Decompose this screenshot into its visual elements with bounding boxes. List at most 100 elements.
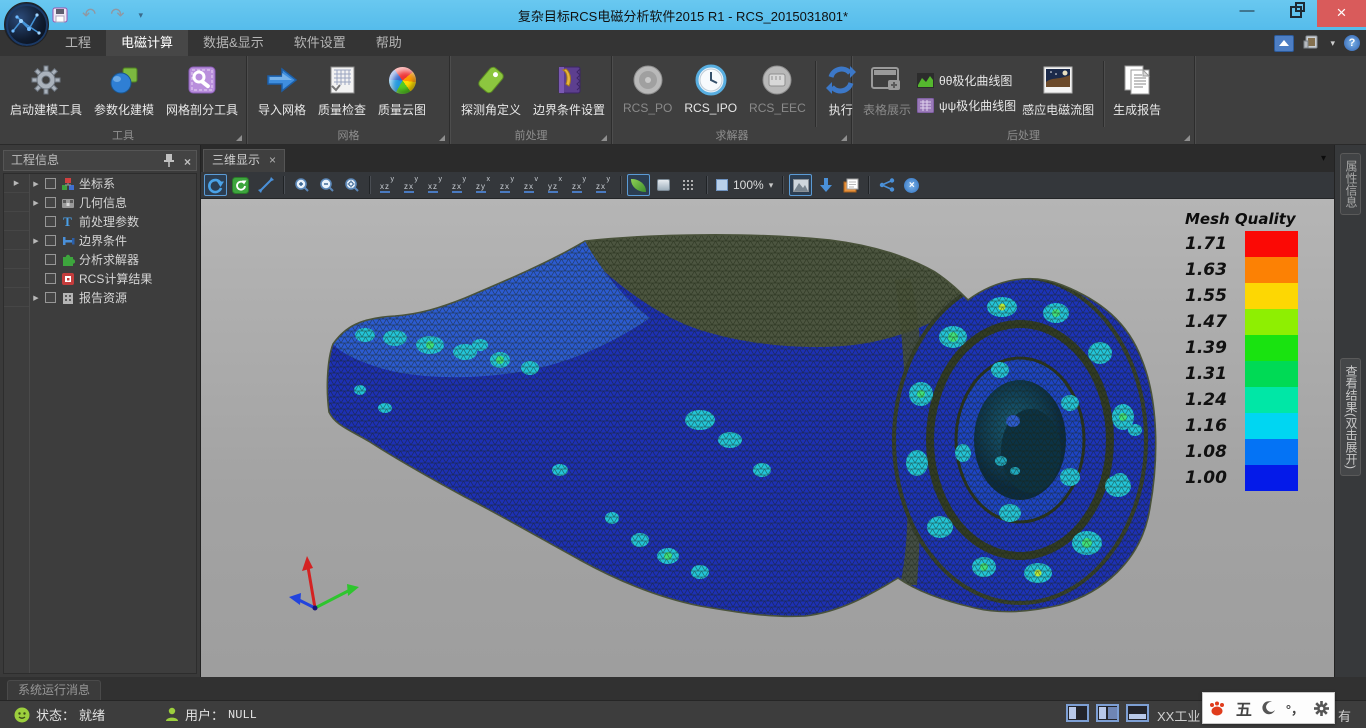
display-device-icon[interactable]: [1303, 35, 1321, 51]
tree-item-analysis-solver[interactable]: 分析求解器: [31, 250, 196, 269]
points-mode-button[interactable]: [677, 174, 700, 196]
psi-polar-curve-button[interactable]: ψψ极化曲线图: [917, 97, 1016, 114]
dialog-launcher-icon[interactable]: [841, 135, 847, 141]
view-left-button[interactable]: yxz: [424, 175, 446, 195]
tree-item-boundary-conditions[interactable]: ▶ 边界条件: [31, 231, 196, 250]
expander-icon[interactable]: ▶: [31, 237, 41, 245]
quality-cloudmap-button[interactable]: 质量云图: [372, 59, 432, 127]
tree-item-report-resources[interactable]: ▶ 报告资源: [31, 288, 196, 307]
fit-expand-button[interactable]: [254, 174, 277, 196]
view-iso-1-button[interactable]: vzx: [520, 175, 542, 195]
tree-item-preprocess-params[interactable]: T 前处理参数: [31, 212, 196, 231]
ime-punctuation-toggle[interactable]: °，: [1286, 699, 1304, 718]
user-label: 用户：: [185, 705, 224, 724]
tree-checkbox[interactable]: [45, 273, 56, 284]
layout-left-panel-icon[interactable]: [1066, 704, 1089, 722]
menu-bar: 工程 电磁计算 数据&显示 软件设置 帮助 ▾ ?: [0, 30, 1366, 56]
view-iso-2-button[interactable]: xyz: [544, 175, 566, 195]
minimize-button[interactable]: —: [1232, 2, 1262, 26]
mesh-tool-button[interactable]: 网格剖分工具: [160, 59, 244, 127]
menu-tab-data-display[interactable]: 数据&显示: [188, 30, 279, 56]
tree-checkbox[interactable]: [45, 197, 56, 208]
geometry-icon: [60, 195, 75, 210]
tree-item-geometry-info[interactable]: ▶ 几何信息: [31, 193, 196, 212]
scale-icon: [716, 179, 728, 191]
share-network-button[interactable]: [875, 174, 898, 196]
layout-bottom-panel-icon[interactable]: [1126, 704, 1149, 722]
ime-moon-icon[interactable]: [1262, 701, 1276, 715]
import-mesh-button[interactable]: 导入网格: [252, 59, 312, 127]
zoom-out-icon[interactable]: [315, 174, 338, 196]
drop-down-view-button[interactable]: [814, 174, 837, 196]
tree-item-coordinate-system[interactable]: ▶ 坐标系: [31, 174, 196, 193]
layout-split-panel-icon[interactable]: [1096, 704, 1119, 722]
expander-icon[interactable]: ▶: [31, 199, 41, 207]
clock-icon: [694, 62, 728, 98]
tab-list-caret-icon[interactable]: ▾: [1321, 153, 1326, 164]
disabled-dial-icon: [631, 62, 665, 98]
dialog-launcher-icon[interactable]: [601, 135, 607, 141]
zoom-level-control[interactable]: 100% ▾: [713, 178, 776, 192]
view-front-button[interactable]: yxz: [376, 175, 398, 195]
quality-check-button[interactable]: 质量检查: [312, 59, 372, 127]
ime-mode-label[interactable]: 五: [1236, 696, 1252, 720]
tree-checkbox[interactable]: [45, 178, 56, 189]
zoom-in-icon[interactable]: [290, 174, 313, 196]
tab-3d-display[interactable]: 三维显示×: [203, 149, 285, 172]
panel-close-icon[interactable]: ×: [184, 153, 191, 172]
induced-current-map-button[interactable]: 感应电磁流图: [1016, 59, 1100, 127]
generate-report-button[interactable]: 生成报告: [1107, 59, 1167, 127]
dialog-launcher-icon[interactable]: [236, 135, 242, 141]
ime-settings-gear-icon[interactable]: [1314, 701, 1329, 716]
tree-checkbox[interactable]: [45, 235, 56, 246]
shaded-mode-button[interactable]: [627, 174, 650, 196]
view-back-button[interactable]: yzx: [400, 175, 422, 195]
parametric-modeling-button[interactable]: 参数化建模: [88, 59, 160, 127]
menu-tab-em-computation[interactable]: 电磁计算: [106, 30, 188, 56]
cancel-operation-button[interactable]: ×: [900, 174, 923, 196]
viewport-3d[interactable]: Mesh Quality 1.71 1.63 1.55 1.47 1.39 1.…: [201, 199, 1334, 677]
tree-item-rcs-results[interactable]: RCS计算结果: [31, 269, 196, 288]
tab-close-icon[interactable]: ×: [269, 153, 276, 167]
mesh-quality-legend: Mesh Quality 1.71 1.63 1.55 1.47 1.39 1.…: [1185, 210, 1301, 491]
terrain-clip-button[interactable]: [789, 174, 812, 196]
dialog-launcher-icon[interactable]: [439, 135, 445, 141]
theta-polar-curve-button[interactable]: θθ极化曲线图: [917, 72, 1016, 89]
launch-modeler-button[interactable]: 启动建模工具: [4, 59, 88, 127]
expander-icon[interactable]: ▶: [31, 180, 41, 188]
view-iso-4-button[interactable]: yzx: [592, 175, 614, 195]
layers-folder-button[interactable]: [839, 174, 862, 196]
solver-rcs-ipo-button[interactable]: RCS_IPO: [678, 59, 743, 127]
pin-icon[interactable]: [164, 153, 174, 172]
probe-angle-button[interactable]: 探测角定义: [455, 59, 527, 127]
menu-tab-settings[interactable]: 软件设置: [279, 30, 361, 56]
zoom-caret-icon[interactable]: ▾: [769, 180, 774, 191]
rotate-view-button[interactable]: [204, 174, 227, 196]
gutter-expander[interactable]: ▶: [4, 174, 29, 193]
menu-tab-help[interactable]: 帮助: [361, 30, 417, 56]
solid-mode-button[interactable]: [652, 174, 675, 196]
help-icon[interactable]: ?: [1344, 35, 1360, 51]
device-caret-icon[interactable]: ▾: [1330, 38, 1335, 49]
zoom-fit-icon[interactable]: [340, 174, 363, 196]
collapse-ribbon-icon[interactable]: [1274, 35, 1294, 52]
status-value: 就绪: [79, 705, 105, 724]
tab-property-info[interactable]: 属性信息: [1340, 153, 1361, 215]
expander-icon[interactable]: ▶: [31, 294, 41, 302]
tree-checkbox[interactable]: [45, 216, 56, 227]
tab-system-messages[interactable]: 系统运行消息: [7, 680, 101, 700]
ime-paw-icon[interactable]: [1208, 700, 1226, 716]
menu-tab-project[interactable]: 工程: [50, 30, 106, 56]
tree-checkbox[interactable]: [45, 292, 56, 303]
tree-checkbox[interactable]: [45, 254, 56, 265]
view-top-button[interactable]: xzy: [472, 175, 494, 195]
boundary-settings-button[interactable]: 边界条件设置: [527, 59, 611, 127]
view-bottom-button[interactable]: yzx: [496, 175, 518, 195]
view-iso-3-button[interactable]: yzx: [568, 175, 590, 195]
tab-view-results[interactable]: 查看结果(双击展开): [1340, 358, 1361, 476]
refresh-view-button[interactable]: [229, 174, 252, 196]
restore-button[interactable]: [1290, 6, 1302, 18]
dialog-launcher-icon[interactable]: [1184, 135, 1190, 141]
view-right-button[interactable]: yzx: [448, 175, 470, 195]
close-button[interactable]: ×: [1317, 0, 1366, 27]
